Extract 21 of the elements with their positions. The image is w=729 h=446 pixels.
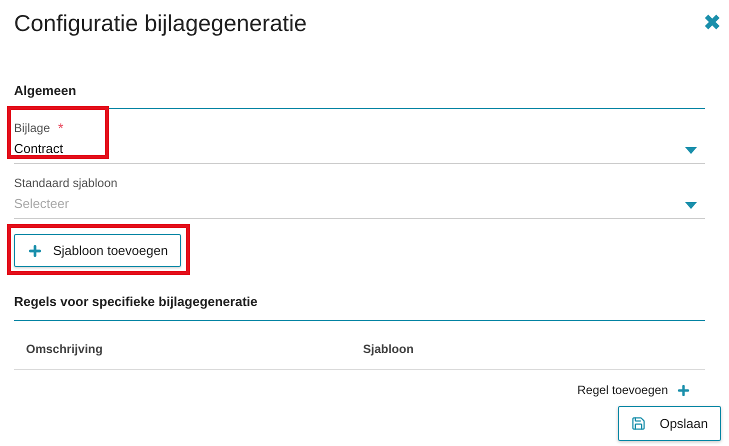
column-header: Sjabloon — [363, 341, 414, 358]
caret-icon — [685, 202, 697, 209]
required-mark: * — [58, 120, 64, 134]
caret-icon — [685, 147, 697, 154]
section-heading: Regels voor specifieke bijlagegeneratie — [14, 294, 258, 309]
add-rule-link[interactable]: Regel toevoegen — [577, 381, 668, 399]
field-label: Bijlage — [14, 120, 50, 136]
save-button[interactable]: Opslaan — [618, 406, 721, 441]
save-icon — [630, 416, 646, 431]
field-label: Standaard sjabloon — [14, 174, 118, 192]
field-placeholder: Selecteer — [14, 194, 70, 212]
field-value: Contract — [14, 140, 64, 158]
dialog-title: Configuratie bijlagegeneratie — [14, 8, 307, 38]
plus-icon — [27, 242, 43, 258]
plus-icon[interactable] — [676, 382, 691, 398]
dropdown-field[interactable]: Standaard sjabloon Selecteer — [14, 174, 705, 213]
section-heading: Algemeen — [14, 83, 76, 98]
add-template-button[interactable]: Sjabloon toevoegen — [14, 234, 181, 267]
close-button[interactable]: ✖ — [703, 12, 721, 34]
column-header: Omschrijving — [25, 341, 104, 358]
dropdown-field[interactable]: Bijlage * Contract — [14, 118, 705, 158]
